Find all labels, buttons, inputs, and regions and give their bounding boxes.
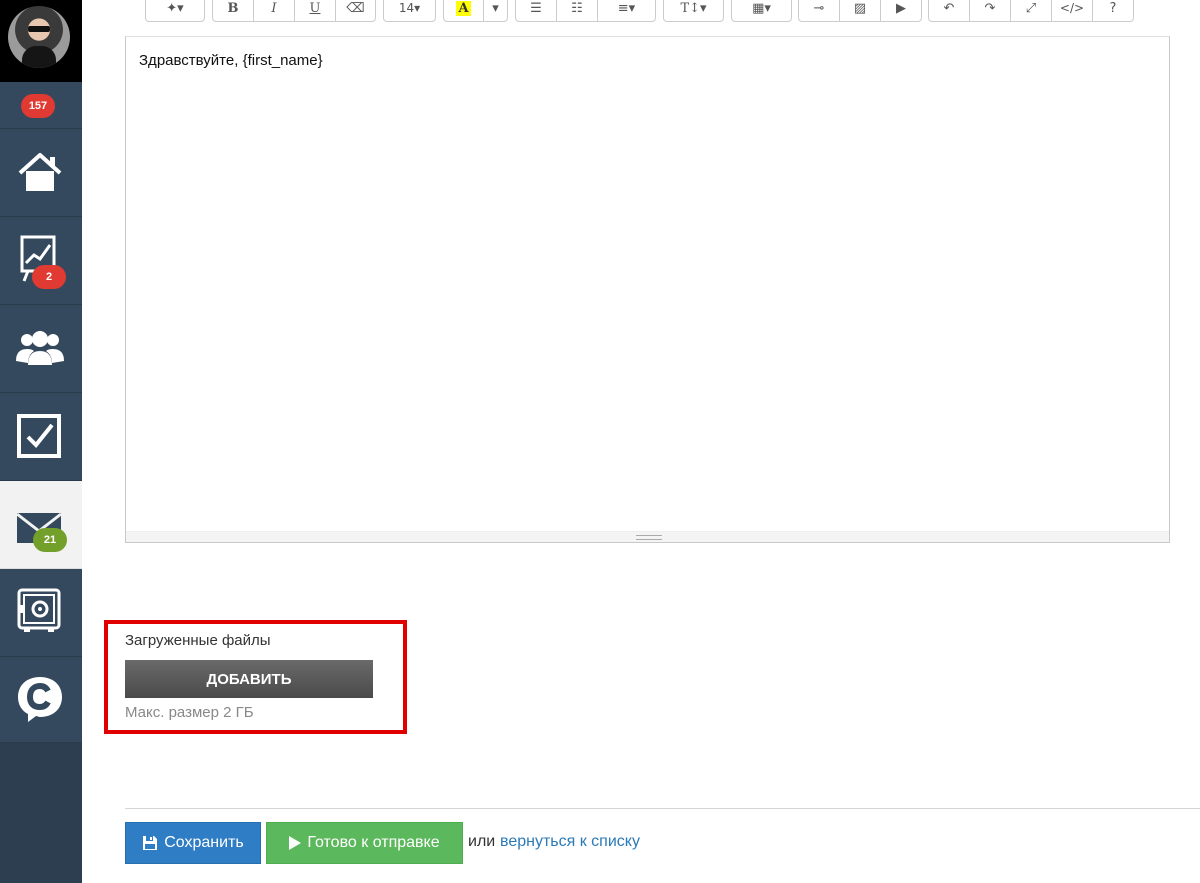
max-size-hint: Макс. размер 2 ГБ (125, 704, 254, 721)
sidebar-filler (0, 743, 82, 883)
ready-to-send-button[interactable]: Готово к отправке (266, 822, 463, 864)
font-size-value: 14 (398, 1, 415, 15)
font-color-icon[interactable]: A (444, 0, 484, 21)
toolbar-group-fontsize: 14 ▾ (383, 0, 436, 22)
save-button[interactable]: Сохранить (125, 822, 261, 864)
toolbar-group-table: ▦▾ (731, 0, 792, 22)
sidebar-item-notifications[interactable]: 157 (0, 82, 82, 129)
chat-c-icon (18, 677, 62, 722)
toolbar-group-insert: ⊸ ▨ ▶ (798, 0, 922, 22)
add-file-button[interactable]: ДОБАВИТЬ (125, 660, 373, 698)
link-icon[interactable]: ⊸ (799, 0, 840, 21)
message-editor[interactable]: Здравствуйте, {first_name} (125, 36, 1170, 543)
sidebar-item-tasks[interactable] (0, 393, 82, 481)
floppy-disk-icon (143, 836, 158, 850)
notifications-badge: 157 (21, 94, 55, 118)
sidebar-item-analytics[interactable]: 2 (0, 217, 82, 305)
editor-resize-bar[interactable] (126, 531, 1169, 542)
bold-icon[interactable]: B (213, 0, 254, 21)
mail-badge: 21 (33, 528, 67, 552)
uploaded-files-title: Загруженные файлы (125, 632, 271, 649)
footer-divider (125, 808, 1200, 809)
checkbox-icon (17, 414, 61, 458)
sidebar-item-mail[interactable]: 21 (0, 481, 82, 569)
toolbar-group-style: ✦▾ (145, 0, 205, 22)
table-icon[interactable]: ▦▾ (732, 0, 791, 21)
video-icon[interactable]: ▶ (881, 0, 921, 21)
unordered-list-icon[interactable]: ☰ (516, 0, 557, 21)
resize-handle-icon[interactable] (636, 535, 662, 540)
users-icon (16, 331, 64, 365)
font-size-dropdown[interactable]: 14 ▾ (384, 0, 435, 21)
or-text: или (468, 833, 496, 850)
line-height-icon[interactable]: T↕▾ (664, 0, 723, 21)
toolbar-group-paragraph: ☰ ☷ ≡▾ (515, 0, 656, 22)
avatar-shades (28, 26, 50, 32)
analytics-badge: 2 (32, 265, 66, 289)
align-icon[interactable]: ≡▾ (598, 0, 655, 21)
home-icon (18, 153, 62, 191)
sidebar: 157 2 21 (0, 0, 82, 883)
sidebar-item-support[interactable] (0, 657, 82, 743)
fullscreen-icon[interactable]: ⤢ (1011, 0, 1052, 21)
color-caret-icon[interactable]: ▾ (484, 0, 507, 21)
editor-toolbar: ✦▾ B I U ⌫ 14 ▾ A ▾ ☰ ☷ ≡▾ T↕▾ ▦▾ ⊸ ▨ ▶ ↶… (125, 0, 1170, 24)
safe-icon (17, 588, 61, 632)
sidebar-item-contacts[interactable] (0, 305, 82, 393)
ordered-list-icon[interactable]: ☷ (557, 0, 598, 21)
underline-icon[interactable]: U (295, 0, 336, 21)
uploaded-files-section: Загруженные файлы ДОБАВИТЬ Макс. размер … (104, 620, 407, 734)
toolbar-group-color: A ▾ (443, 0, 508, 22)
back-to-list-link[interactable]: вернуться к списку (500, 833, 640, 851)
play-icon (289, 836, 302, 850)
undo-icon[interactable]: ↶ (929, 0, 970, 21)
toolbar-group-misc: ↶ ↷ ⤢ </> ? (928, 0, 1134, 22)
help-icon[interactable]: ? (1093, 0, 1133, 21)
italic-icon[interactable]: I (254, 0, 295, 21)
save-button-label: Сохранить (164, 834, 244, 851)
editor-content[interactable]: Здравствуйте, {first_name} (139, 52, 323, 69)
eraser-icon[interactable]: ⌫ (336, 0, 375, 21)
avatar-container (0, 0, 82, 82)
redo-icon[interactable]: ↷ (970, 0, 1011, 21)
avatar[interactable] (8, 6, 70, 68)
toolbar-group-height: T↕▾ (663, 0, 724, 22)
magic-wand-icon[interactable]: ✦▾ (146, 0, 204, 21)
code-view-icon[interactable]: </> (1052, 0, 1093, 21)
sidebar-item-safe[interactable] (0, 569, 82, 657)
avatar-shirt (22, 46, 56, 68)
ready-button-label: Готово к отправке (307, 834, 440, 851)
image-icon[interactable]: ▨ (840, 0, 881, 21)
toolbar-group-format: B I U ⌫ (212, 0, 376, 22)
sidebar-item-home[interactable] (0, 129, 82, 217)
